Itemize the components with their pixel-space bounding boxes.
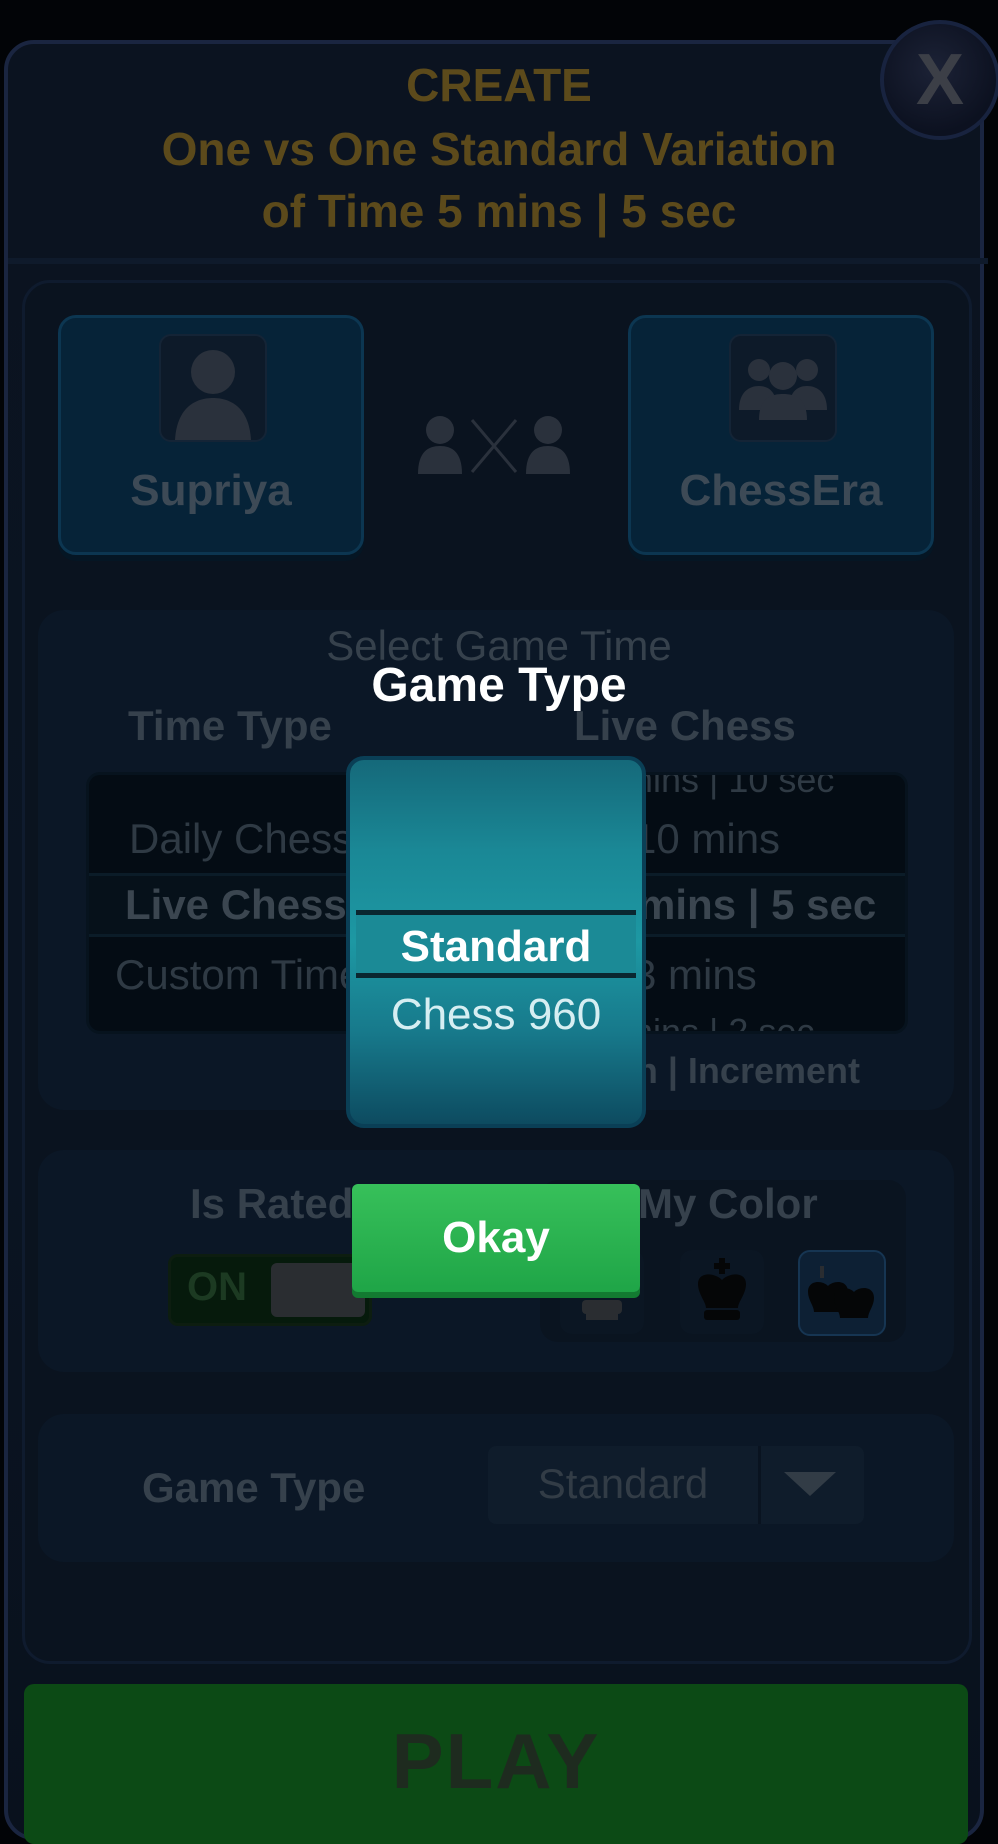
- player-name-self: Supriya: [130, 466, 292, 515]
- player-name-opponent: ChessEra: [679, 466, 883, 515]
- close-icon: X: [915, 40, 965, 120]
- user-avatar-icon: [159, 334, 267, 442]
- color-random-button[interactable]: [798, 1250, 886, 1336]
- play-button-label: PLAY: [391, 1717, 601, 1805]
- rated-toggle-knob: [271, 1263, 365, 1317]
- chevron-down-icon: [784, 1472, 836, 1496]
- okay-button[interactable]: Okay: [352, 1184, 640, 1292]
- dropdown-divider: [758, 1446, 761, 1524]
- page-subtitle-line2: of Time 5 mins | 5 sec: [261, 185, 737, 237]
- game-type-dropdown[interactable]: Standard: [488, 1446, 864, 1524]
- rated-toggle[interactable]: ON: [168, 1254, 372, 1326]
- play-button[interactable]: PLAY: [24, 1684, 968, 1844]
- rated-toggle-label: ON: [187, 1265, 247, 1309]
- page-title: CREATE: [406, 59, 592, 111]
- header-divider: [8, 258, 988, 264]
- random-color-icon: [808, 1266, 874, 1318]
- game-type-label: Game Type: [142, 1464, 366, 1511]
- close-button[interactable]: X: [880, 20, 998, 140]
- is-rated-label: Is Rated: [190, 1180, 354, 1227]
- modal-title: Game Type: [371, 659, 627, 712]
- player-card-self: Supriya: [58, 315, 364, 555]
- my-color-label: My Color: [638, 1180, 818, 1227]
- wheel-item[interactable]: Chess 960: [350, 990, 642, 1040]
- okay-button-label: Okay: [442, 1213, 550, 1262]
- game-type-value: Standard: [537, 1460, 709, 1507]
- game-type-wheel[interactable]: Standard Chess 960: [346, 756, 646, 1128]
- page-subtitle-line1: One vs One Standard Variation: [161, 123, 837, 175]
- versus-icon: [412, 410, 576, 480]
- group-avatar-icon: [729, 334, 837, 442]
- color-black-button[interactable]: [680, 1250, 764, 1334]
- player-card-opponent[interactable]: ChessEra: [628, 315, 934, 555]
- wheel-item-selected[interactable]: Standard: [350, 922, 642, 972]
- black-king-icon: [698, 1258, 746, 1320]
